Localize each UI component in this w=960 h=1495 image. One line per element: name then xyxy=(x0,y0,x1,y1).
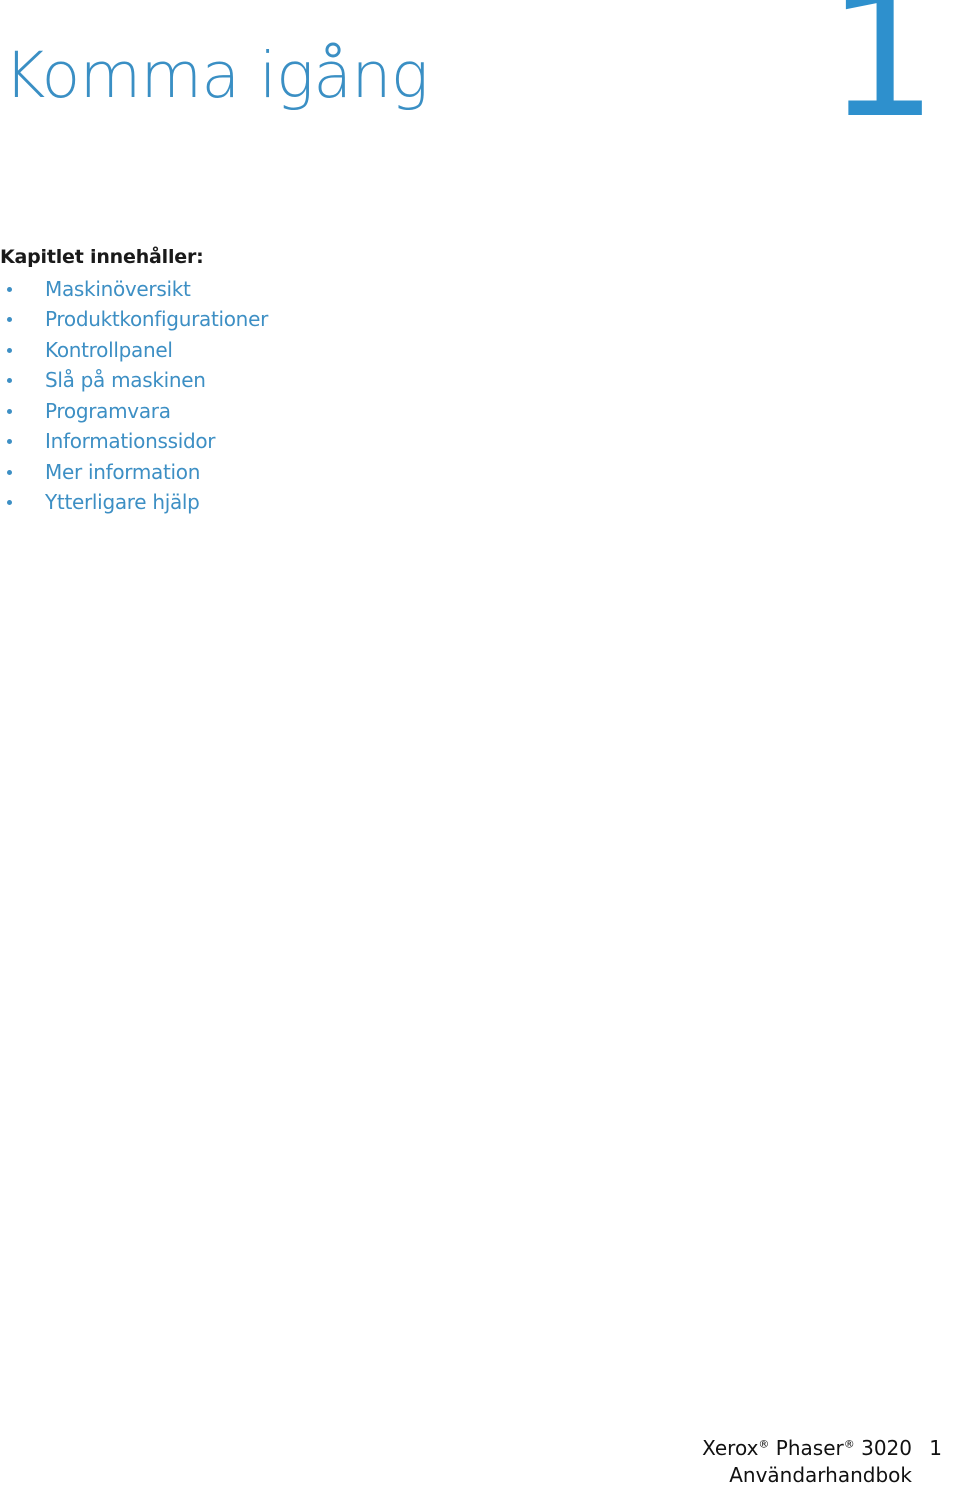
list-item-label: Slå på maskinen xyxy=(45,368,206,393)
bullet-icon xyxy=(7,408,12,414)
bullet-icon xyxy=(7,317,12,323)
footer-doc-title: Användarhandbok xyxy=(729,1463,912,1487)
page-title: Komma igång xyxy=(4,39,429,112)
chapter-number: 1 xyxy=(826,0,938,157)
list-item[interactable]: Ytterligare hjälp xyxy=(0,487,600,518)
bullet-icon xyxy=(7,378,12,384)
footer-product-info: Xerox® Phaser® 3020 Användarhandbok xyxy=(702,1435,912,1489)
list-item[interactable]: Maskinöversikt xyxy=(0,274,600,305)
document-page: Komma igång 1 Kapitlet innehåller: Maski… xyxy=(0,0,960,1495)
contents-list: Maskinöversikt Produktkonfigurationer Ko… xyxy=(0,274,600,518)
bullet-icon xyxy=(7,469,12,475)
registered-trademark-icon: ® xyxy=(843,1437,855,1451)
chapter-contents: Kapitlet innehåller: Maskinöversikt Prod… xyxy=(0,246,600,518)
list-item[interactable]: Programvara xyxy=(0,396,600,427)
list-item-label: Programvara xyxy=(45,398,171,423)
page-number: 1 xyxy=(929,1436,942,1460)
footer-product-line: Xerox® Phaser® 3020 xyxy=(702,1435,912,1462)
page-header: Komma igång 1 xyxy=(0,0,960,200)
footer-brand: Xerox xyxy=(702,1436,759,1460)
list-item-label: Produktkonfigurationer xyxy=(45,307,268,332)
list-item-label: Kontrollpanel xyxy=(45,337,173,362)
list-item-label: Ytterligare hjälp xyxy=(45,490,200,515)
list-item[interactable]: Kontrollpanel xyxy=(0,335,600,366)
list-item[interactable]: Informationssidor xyxy=(0,426,600,457)
footer-product-family: Phaser xyxy=(775,1436,844,1460)
list-item[interactable]: Mer information xyxy=(0,457,600,488)
list-item-label: Mer information xyxy=(45,459,201,484)
footer-model: 3020 xyxy=(861,1436,912,1460)
footer-content: Xerox® Phaser® 3020 Användarhandbok 1 xyxy=(702,1435,942,1489)
list-item-label: Informationssidor xyxy=(45,429,216,454)
list-item-label: Maskinöversikt xyxy=(45,276,191,301)
bullet-icon xyxy=(7,347,12,353)
contents-heading: Kapitlet innehåller: xyxy=(0,246,204,268)
bullet-icon xyxy=(7,500,12,506)
page-footer: Xerox® Phaser® 3020 Användarhandbok 1 xyxy=(0,1415,960,1495)
registered-trademark-icon: ® xyxy=(758,1437,770,1451)
bullet-icon xyxy=(7,439,12,445)
list-item[interactable]: Slå på maskinen xyxy=(0,365,600,396)
list-item[interactable]: Produktkonfigurationer xyxy=(0,304,600,335)
bullet-icon xyxy=(7,286,12,292)
